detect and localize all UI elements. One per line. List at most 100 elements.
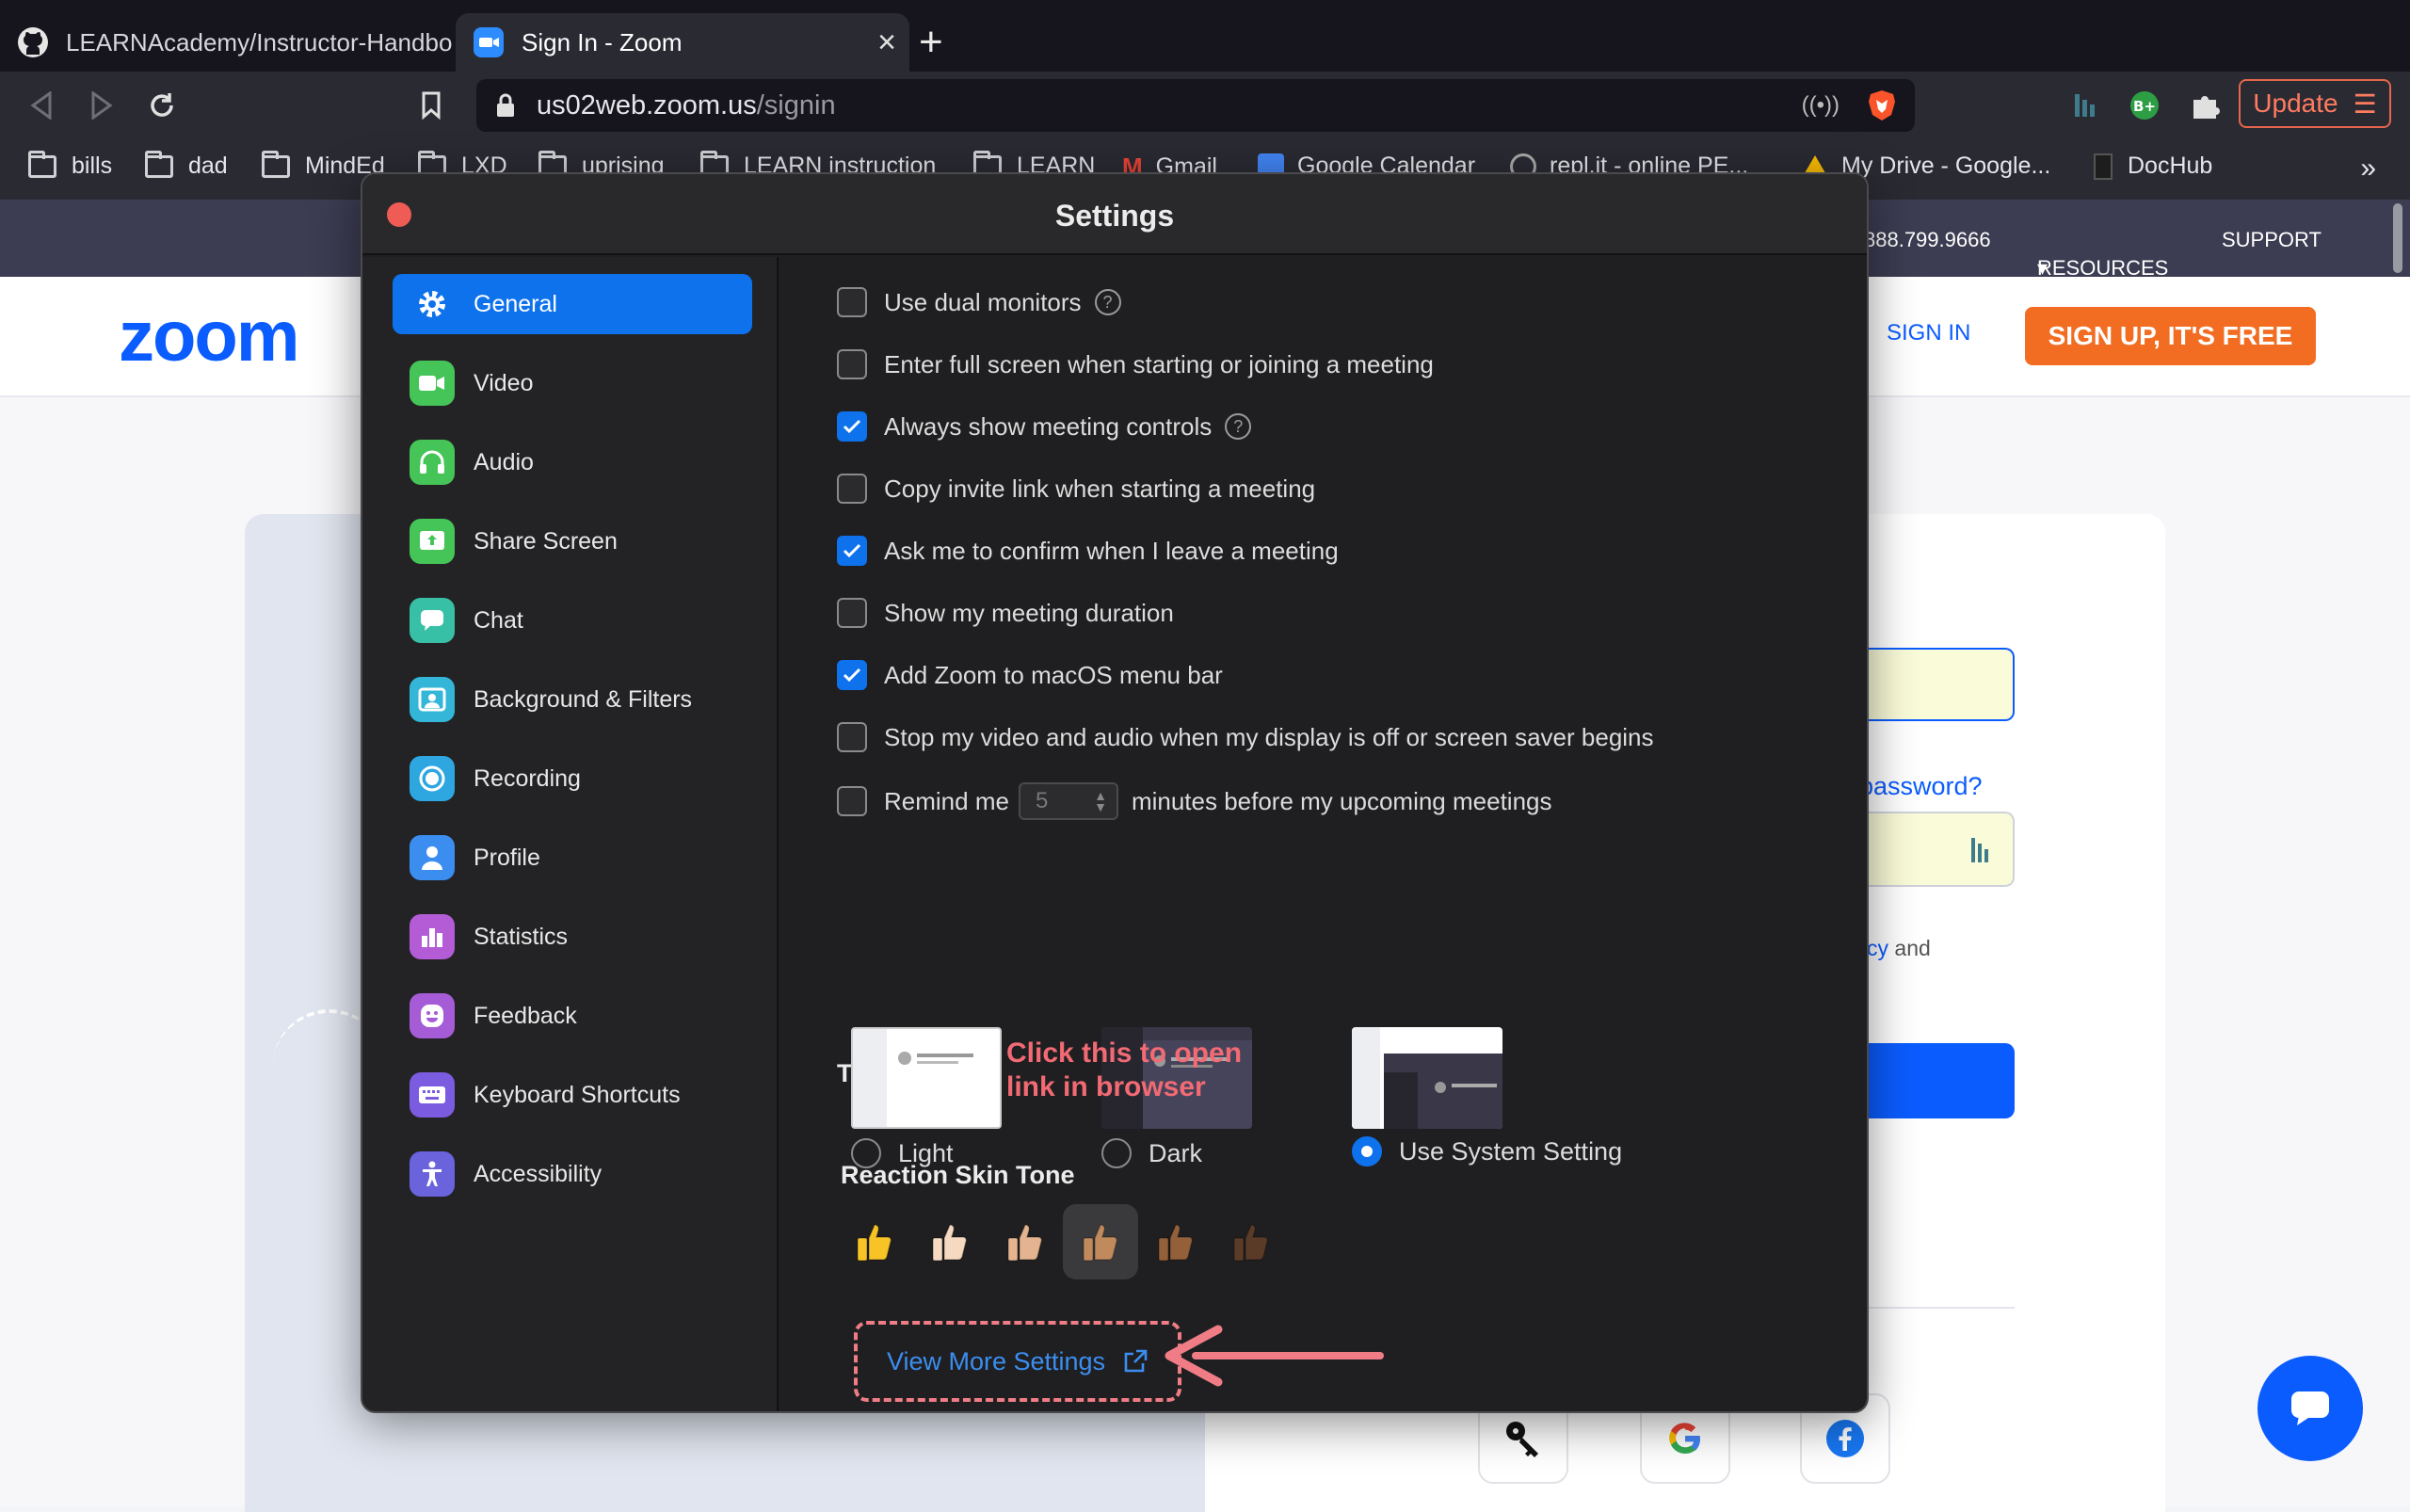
theme-light[interactable]: Light [851, 1027, 1002, 1168]
sidebar-item-general[interactable]: General [393, 274, 752, 334]
extension-badge-icon[interactable]: B+ [2122, 83, 2167, 128]
more-bookmarks-chevron-icon[interactable]: » [2360, 153, 2376, 185]
zoom-logo[interactable]: zoom [119, 296, 299, 378]
page-scrollbar[interactable] [2393, 203, 2402, 273]
option-always-show-controls[interactable]: Always show meeting controls ? [837, 411, 1252, 442]
puzzle-extensions-icon[interactable] [2182, 83, 2227, 128]
share-screen-icon [410, 519, 455, 564]
dashlane-field-icon[interactable] [1969, 836, 1990, 869]
sidebar-item-label: Statistics [474, 923, 569, 950]
option-remind-me[interactable]: Remind me 5 ▲ ▼ minutes before my upcomin… [837, 782, 1551, 820]
address-bar[interactable]: us02web.zoom.us/signin ((•)) [476, 79, 1915, 132]
forward-icon[interactable] [79, 83, 124, 128]
bookmark-folder[interactable]: dad [145, 150, 228, 180]
radio-button-selected[interactable] [1352, 1136, 1382, 1166]
checkbox[interactable] [837, 474, 867, 504]
theme-dark-radio[interactable]: Dark [1101, 1138, 1202, 1168]
skin-tone-option[interactable] [912, 1204, 988, 1279]
stepper-arrows-icon[interactable]: ▲ ▼ [1094, 789, 1107, 813]
video-camera-icon [410, 361, 455, 406]
tab-github[interactable]: LEARNAcademy/Instructor-Handbo [0, 13, 456, 72]
dashlane-icon[interactable] [2062, 83, 2107, 128]
sidebar-item-accessibility[interactable]: Accessibility [393, 1144, 752, 1204]
close-tab-icon[interactable]: × [877, 26, 896, 58]
bookmark-label: bills [72, 153, 113, 179]
password-field[interactable] [1845, 812, 2015, 887]
sign-in-link[interactable]: SIGN IN [1887, 320, 1970, 346]
skin-tone-option[interactable] [988, 1204, 1063, 1279]
theme-label: Use System Setting [1399, 1136, 1623, 1166]
phone-number[interactable]: 888.799.9666 [1864, 228, 1991, 252]
theme-system-radio[interactable]: Use System Setting [1352, 1136, 1622, 1166]
sidebar-item-chat[interactable]: Chat [393, 590, 752, 651]
bar-chart-icon [410, 914, 455, 959]
skin-tone-option[interactable] [1063, 1204, 1138, 1279]
help-question-icon[interactable]: ? [1225, 413, 1252, 440]
sidebar-item-keyboard-shortcuts[interactable]: Keyboard Shortcuts [393, 1065, 752, 1125]
sidebar-item-share-screen[interactable]: Share Screen [393, 511, 752, 571]
reload-icon[interactable] [139, 83, 185, 128]
checkbox[interactable] [837, 349, 867, 379]
checkbox[interactable] [837, 722, 867, 752]
email-field[interactable] [1845, 648, 2015, 721]
theme-light-preview[interactable] [851, 1027, 1002, 1129]
sign-up-button[interactable]: SIGN UP, IT'S FREE [2025, 307, 2316, 365]
tab-title: Sign In - Zoom [522, 27, 683, 56]
sidebar-item-background-filters[interactable]: Background & Filters [393, 669, 752, 730]
theme-system-preview[interactable] [1352, 1027, 1502, 1129]
radio-button[interactable] [1101, 1138, 1132, 1168]
broadcast-icon[interactable]: ((•)) [1802, 92, 1840, 119]
checkbox[interactable] [837, 786, 867, 816]
chat-bubble-icon [410, 598, 455, 643]
gear-icon [410, 281, 455, 327]
record-icon [410, 756, 455, 801]
skin-tone-option[interactable] [1213, 1204, 1289, 1279]
github-icon [17, 26, 49, 58]
brave-shield-icon[interactable] [1866, 88, 1898, 122]
option-full-screen[interactable]: Enter full screen when starting or joini… [837, 349, 1434, 379]
folder-icon [28, 150, 56, 178]
bookmark-icon[interactable] [409, 83, 454, 128]
settings-sidebar: General Video Audio Share Screen Chat Ba… [362, 257, 779, 1411]
option-meeting-duration[interactable]: Show my meeting duration [837, 598, 1174, 628]
skin-tone-option[interactable] [837, 1204, 912, 1279]
option-stop-video-screensaver[interactable]: Stop my video and audio when my display … [837, 722, 1654, 752]
option-confirm-leave[interactable]: Ask me to confirm when I leave a meeting [837, 536, 1339, 566]
remind-minutes-stepper[interactable]: 5 ▲ ▼ [1018, 782, 1118, 820]
sidebar-item-label: Background & Filters [474, 685, 693, 713]
sidebar-item-video[interactable]: Video [393, 353, 752, 413]
bookmark-folder[interactable]: bills [28, 150, 113, 180]
bookmark-dochub[interactable]: DocHub [2094, 153, 2212, 180]
option-dual-monitors[interactable]: Use dual monitors ? [837, 287, 1121, 317]
checkbox-checked[interactable] [837, 660, 867, 690]
settings-titlebar: Settings [362, 174, 1867, 255]
checkbox[interactable] [837, 287, 867, 317]
checkbox[interactable] [837, 598, 867, 628]
sidebar-item-feedback[interactable]: Feedback [393, 986, 752, 1046]
checkbox-checked[interactable] [837, 536, 867, 566]
checkbox-checked[interactable] [837, 411, 867, 442]
support-chat-button[interactable] [2257, 1356, 2363, 1461]
skin-tone-option[interactable] [1138, 1204, 1213, 1279]
option-macos-menu-bar[interactable]: Add Zoom to macOS menu bar [837, 660, 1223, 690]
help-question-icon[interactable]: ? [1094, 289, 1121, 315]
sidebar-item-audio[interactable]: Audio [393, 432, 752, 492]
sign-in-submit-button[interactable] [1845, 1043, 2015, 1118]
update-button[interactable]: Update ☰ [2239, 79, 2391, 128]
theme-system[interactable]: Use System Setting [1352, 1027, 1622, 1166]
support-link[interactable]: SUPPORT [2222, 228, 2322, 252]
option-copy-invite-link[interactable]: Copy invite link when starting a meeting [837, 474, 1315, 504]
new-tab-plus-icon[interactable]: + [919, 19, 943, 66]
option-label: Stop my video and audio when my display … [884, 722, 1654, 751]
headphones-icon [410, 440, 455, 485]
stepper-value: 5 [1035, 788, 1049, 813]
view-more-settings-link[interactable]: View More Settings [854, 1321, 1181, 1402]
settings-window: Settings General Video Audio Share Scree… [361, 172, 1869, 1413]
sidebar-item-label: Recording [474, 764, 581, 792]
sidebar-item-profile[interactable]: Profile [393, 828, 752, 888]
back-icon[interactable] [19, 83, 64, 128]
sidebar-item-statistics[interactable]: Statistics [393, 907, 752, 967]
update-label: Update [2253, 88, 2338, 118]
sidebar-item-recording[interactable]: Recording [393, 748, 752, 809]
tab-zoom-signin[interactable]: Sign In - Zoom × [456, 13, 909, 72]
